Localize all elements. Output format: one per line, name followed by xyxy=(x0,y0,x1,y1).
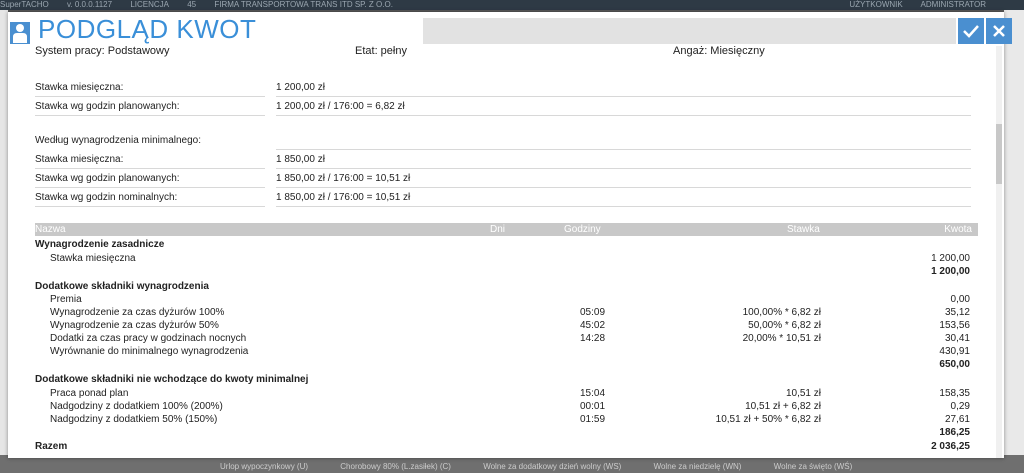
employment-info: Etat: pełny xyxy=(355,45,407,57)
app-version: v. 0.0.0.1127 xyxy=(67,0,113,9)
row-rate: 10,51 zł xyxy=(785,388,821,399)
row-name: Premia xyxy=(50,294,82,305)
section-title: Wynagrodzenie zasadnicze xyxy=(35,239,165,250)
row-hours: 45:02 xyxy=(580,320,606,331)
row-name: Nadgodziny z dodatkiem 100% (200%) xyxy=(50,401,223,412)
row-hours: 05:09 xyxy=(580,307,606,318)
row-rate: 10,51 zł + 50% * 6,82 zł xyxy=(715,414,821,425)
row-name: Wynagrodzenie za czas dyżurów 100% xyxy=(50,307,225,318)
confirm-button[interactable] xyxy=(958,18,984,44)
row-amount: 0,00 xyxy=(950,294,970,305)
legend-item: Wolne za dodatkowy dzień wolny (WS) xyxy=(483,462,622,471)
divider xyxy=(35,206,265,207)
section-total: 1 200,00 xyxy=(931,266,970,277)
min-wage-heading: Według wynagrodzenia minimalnego: xyxy=(35,135,202,146)
divider xyxy=(35,115,265,116)
row-name: Stawka miesięczna xyxy=(50,253,136,264)
row-rate: 100,00% * 6,82 zł xyxy=(742,307,821,318)
divider xyxy=(35,187,265,188)
backdrop-left xyxy=(0,10,8,473)
min-wage-value: 1 850,00 zł / 176:00 = 10,51 zł xyxy=(276,192,411,203)
dialog-title: PODGLĄD KWOT xyxy=(38,14,257,44)
contract-info: Angaż: Miesięczny xyxy=(673,45,765,57)
legend-item: Urlop wypoczynkowy (U) xyxy=(220,462,309,471)
title-bar-filler xyxy=(423,18,956,44)
row-amount: 153,56 xyxy=(939,320,970,331)
row-name: Praca ponad plan xyxy=(50,388,129,399)
min-wage-label: Stawka miesięczna: xyxy=(35,154,124,165)
company-name: FIRMA TRANSPORTOWA TRANS ITD SP. Z O.O. xyxy=(214,0,393,9)
row-amount: 30,41 xyxy=(944,333,970,344)
rate-label: Stawka wg godzin planowanych: xyxy=(35,101,180,112)
divider xyxy=(276,115,971,116)
col-hours-header: Godziny xyxy=(564,224,601,235)
user-value: ADMINISTRATOR xyxy=(920,0,986,9)
row-hours: 15:04 xyxy=(580,388,606,399)
bottom-legend: Urlop wypoczynkowy (U) Chorobowy 80% (L.… xyxy=(220,462,882,471)
section-title: Dodatkowe składniki nie wchodzące do kwo… xyxy=(35,374,309,385)
section-total: 186,25 xyxy=(939,427,970,438)
licence-label: LICENCJA xyxy=(130,0,169,9)
col-days-header: Dni xyxy=(490,224,506,235)
rate-value: 1 200,00 zł / 176:00 = 6,82 zł xyxy=(276,101,405,112)
col-name-header: Nazwa xyxy=(35,224,66,235)
row-hours: 00:01 xyxy=(580,401,606,412)
row-hours: 01:59 xyxy=(580,414,606,425)
col-rate-header: Stawka xyxy=(787,224,820,235)
min-wage-value: 1 850,00 zł / 176:00 = 10,51 zł xyxy=(276,173,411,184)
preview-amounts-dialog: PODGLĄD KWOT System pracy: Podstawowy Et… xyxy=(8,12,1012,458)
min-wage-label: Stawka wg godzin planowanych: xyxy=(35,173,180,184)
row-amount: 158,35 xyxy=(939,388,970,399)
row-amount: 27,61 xyxy=(944,414,970,425)
section-title: Dodatkowe składniki wynagrodzenia xyxy=(35,281,209,292)
divider xyxy=(35,96,265,97)
legend-item: Wolne za święto (WŚ) xyxy=(773,462,853,471)
legend-item: Chorobowy 80% (L.zasiłek) (C) xyxy=(340,462,451,471)
user-icon xyxy=(10,22,30,44)
close-button[interactable] xyxy=(986,18,1012,44)
rate-value: 1 200,00 zł xyxy=(276,82,325,93)
close-icon xyxy=(993,25,1005,37)
grand-total-label: Razem xyxy=(35,441,68,452)
dialog-body: System pracy: Podstawowy Etat: pełny Ang… xyxy=(8,44,1004,458)
row-amount: 430,91 xyxy=(939,346,970,357)
row-hours: 14:28 xyxy=(580,333,606,344)
app-name: SuperTACHO xyxy=(0,0,49,9)
row-name: Nadgodziny z dodatkiem 50% (150%) xyxy=(50,414,218,425)
divider xyxy=(35,168,265,169)
user-label: UŻYTKOWNIK xyxy=(849,0,903,9)
table-header: Nazwa Dni Godziny Stawka Kwota xyxy=(35,223,978,236)
row-rate: 20,00% * 10,51 zł xyxy=(742,333,821,344)
row-amount: 35,12 xyxy=(944,307,970,318)
divider xyxy=(276,149,971,150)
grand-total-value: 2 036,25 xyxy=(931,441,970,452)
row-rate: 50,00% * 6,82 zł xyxy=(748,320,821,331)
min-wage-label: Stawka wg godzin nominalnych: xyxy=(35,192,178,203)
divider xyxy=(276,96,971,97)
dialog-header: PODGLĄD KWOT xyxy=(8,12,1012,46)
legend-item: Wolne za niedzielę (WN) xyxy=(653,462,742,471)
divider xyxy=(276,187,971,188)
app-title-bar: SuperTACHO v. 0.0.0.1127 LICENCJA 45 FIR… xyxy=(0,0,1024,10)
work-system-info: System pracy: Podstawowy xyxy=(35,45,170,57)
row-name: Wyrównanie do minimalnego wynagrodzenia xyxy=(50,346,249,357)
divider xyxy=(276,168,971,169)
backdrop-right xyxy=(1004,10,1024,473)
row-name: Dodatki za czas pracy w godzinach nocnyc… xyxy=(50,333,247,344)
row-rate: 10,51 zł + 6,82 zł xyxy=(745,401,821,412)
divider xyxy=(276,206,971,207)
check-icon xyxy=(963,25,979,38)
min-wage-value: 1 850,00 zł xyxy=(276,154,325,165)
rate-label: Stawka miesięczna: xyxy=(35,82,124,93)
row-name: Wynagrodzenie za czas dyżurów 50% xyxy=(50,320,219,331)
section-total: 650,00 xyxy=(939,359,970,370)
licence-value: 45 xyxy=(187,0,197,9)
col-amount-header: Kwota xyxy=(944,224,972,235)
row-amount: 1 200,00 xyxy=(931,253,970,264)
row-amount: 0,29 xyxy=(950,401,970,412)
